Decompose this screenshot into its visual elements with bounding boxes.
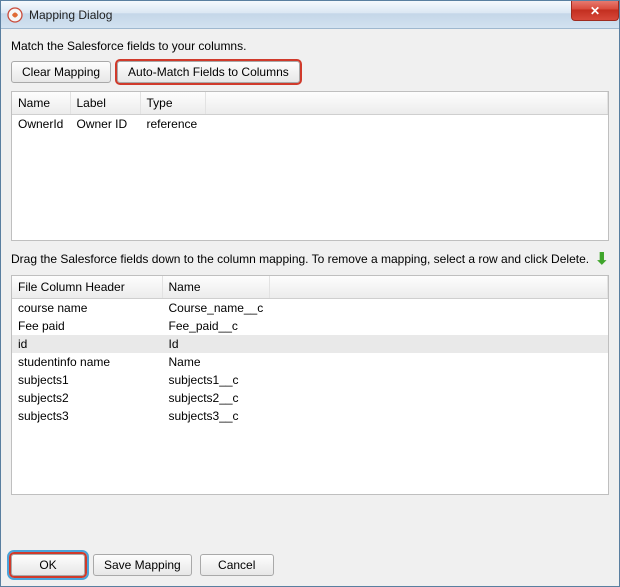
cell-file_col: subjects3 [12, 407, 162, 425]
fields-panel: Name Label Type OwnerIdOwner IDreference [11, 91, 609, 241]
toolbar: Clear Mapping Auto-Match Fields to Colum… [11, 61, 609, 83]
save-mapping-button[interactable]: Save Mapping [93, 554, 192, 576]
cell-name: Course_name__c [162, 299, 270, 318]
instructions-bottom-row: Drag the Salesforce fields down to the c… [11, 249, 609, 269]
cancel-button[interactable]: Cancel [200, 554, 274, 576]
client-area: Match the Salesforce fields to your colu… [1, 29, 619, 586]
table-row[interactable]: subjects3subjects3__c [12, 407, 608, 425]
cell-file_col: course name [12, 299, 162, 318]
fields-header-spacer [205, 92, 608, 115]
close-icon: ✕ [590, 4, 600, 18]
table-row[interactable]: studentinfo nameName [12, 353, 608, 371]
cell-type: reference [140, 115, 205, 134]
mapping-panel: File Column Header Name course nameCours… [11, 275, 609, 495]
mapping-header-name[interactable]: Name [162, 276, 270, 299]
fields-header-type[interactable]: Type [140, 92, 205, 115]
fields-table[interactable]: Name Label Type OwnerIdOwner IDreference [12, 92, 608, 133]
mapping-dialog-window: Mapping Dialog ✕ Match the Salesforce fi… [0, 0, 620, 587]
cell-name: Name [162, 353, 270, 371]
footer: OK Save Mapping Cancel [11, 542, 609, 576]
cell-file_col: studentinfo name [12, 353, 162, 371]
instructions-bottom: Drag the Salesforce fields down to the c… [11, 252, 589, 266]
cell-name: subjects2__c [162, 389, 270, 407]
cell-name: Fee_paid__c [162, 317, 270, 335]
table-row[interactable]: idId [12, 335, 608, 353]
mapping-table[interactable]: File Column Header Name course nameCours… [12, 276, 608, 425]
fields-header-label[interactable]: Label [70, 92, 140, 115]
mapping-header-spacer [270, 276, 608, 299]
table-row[interactable]: course nameCourse_name__c [12, 299, 608, 318]
table-row[interactable]: Fee paidFee_paid__c [12, 317, 608, 335]
ok-button[interactable]: OK [11, 554, 85, 576]
cell-file_col: id [12, 335, 162, 353]
clear-mapping-button[interactable]: Clear Mapping [11, 61, 111, 83]
fields-header-name[interactable]: Name [12, 92, 70, 115]
cell-file_col: subjects2 [12, 389, 162, 407]
cell-name: subjects3__c [162, 407, 270, 425]
cell-file_col: subjects1 [12, 371, 162, 389]
app-icon [7, 7, 23, 23]
titlebar: Mapping Dialog ✕ [1, 1, 619, 29]
cell-name: OwnerId [12, 115, 70, 134]
cell-name: subjects1__c [162, 371, 270, 389]
table-row[interactable]: subjects1subjects1__c [12, 371, 608, 389]
mapping-header-filecol[interactable]: File Column Header [12, 276, 162, 299]
table-row[interactable]: OwnerIdOwner IDreference [12, 115, 608, 134]
auto-match-button[interactable]: Auto-Match Fields to Columns [117, 61, 300, 83]
table-row[interactable]: subjects2subjects2__c [12, 389, 608, 407]
close-button[interactable]: ✕ [571, 1, 619, 21]
window-title: Mapping Dialog [29, 8, 112, 22]
cell-file_col: Fee paid [12, 317, 162, 335]
cell-name: Id [162, 335, 270, 353]
cell-label: Owner ID [70, 115, 140, 134]
down-arrow-icon: ⬇ [595, 249, 608, 269]
instructions-top: Match the Salesforce fields to your colu… [11, 39, 609, 53]
